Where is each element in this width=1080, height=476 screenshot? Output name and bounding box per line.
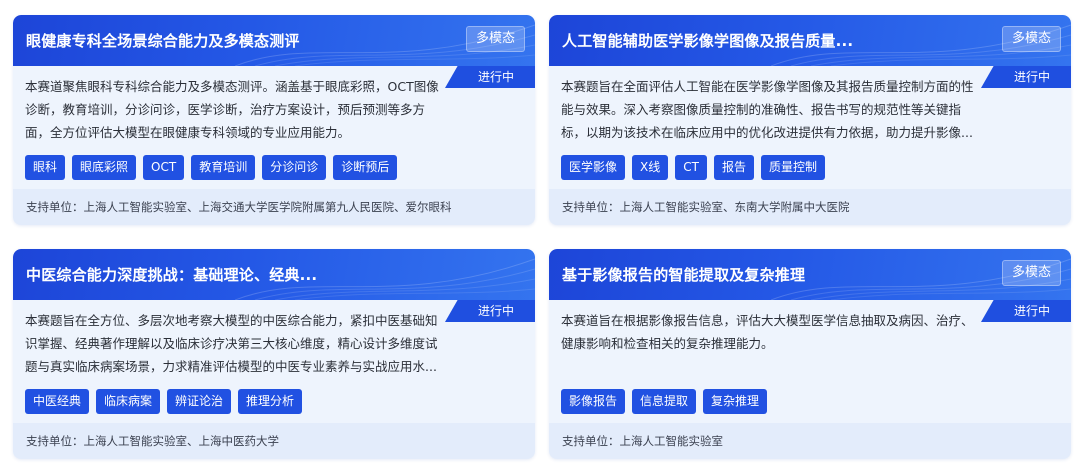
support-units: 支持单位：上海人工智能实验室 [549, 423, 1071, 459]
card-description: 本赛题旨在全面评估人工智能在医学影像学图像及其报告质量控制方面的性 能与效果。深… [561, 79, 974, 140]
tag-list: 影像报告 信息提取 复杂推理 [561, 389, 768, 414]
tag[interactable]: OCT [143, 155, 185, 180]
card-description: 本赛题旨在全方位、多层次地考察大模型的中医综合能力，紧扣中医基础知 识掌握、经典… [25, 313, 438, 374]
support-units: 支持单位：上海人工智能实验室、东南大学附属中大医院 [549, 189, 1071, 225]
status-badge: 进行中 [445, 66, 535, 88]
card-description: 本赛道聚焦眼科专科综合能力及多模态测评。涵盖基于眼底彩照，OCT图像 诊断，教育… [25, 79, 439, 140]
card-header: 中医综合能力深度挑战：基础理论、经典... [13, 249, 535, 300]
tag-list: 中医经典 临床病案 辨证论治 推理分析 [25, 389, 303, 414]
tag[interactable]: X线 [632, 155, 669, 180]
card-title[interactable]: 中医综合能力深度挑战：基础理论、经典... [26, 264, 317, 285]
tag[interactable]: 诊断预后 [333, 155, 398, 180]
competition-card[interactable]: 中医综合能力深度挑战：基础理论、经典... 进行中 本赛题旨在全方位、多层次地考… [13, 249, 535, 459]
card-description: 本赛道旨在根据影像报告信息，评估大大模型医学信息抽取及病因、治疗、 健康影响和检… [561, 313, 974, 351]
card-header: 人工智能辅助医学影像学图像及报告质量... 多模态 [549, 15, 1071, 66]
tag[interactable]: CT [675, 155, 707, 180]
tag[interactable]: 眼底彩照 [72, 155, 137, 180]
tag[interactable]: 医学影像 [561, 155, 626, 180]
competition-card[interactable]: 眼健康专科全场景综合能力及多模态测评 多模态 进行中 本赛道聚焦眼科专科综合能力… [13, 15, 535, 225]
tag[interactable]: 质量控制 [760, 155, 825, 180]
status-badge: 进行中 [981, 66, 1071, 88]
modality-badge: 多模态 [1001, 260, 1061, 286]
tag-list: 医学影像 X线 CT 报告 质量控制 [561, 155, 825, 180]
tag[interactable]: 教育培训 [191, 155, 256, 180]
tag[interactable]: 眼科 [25, 155, 66, 180]
competition-card[interactable]: 人工智能辅助医学影像学图像及报告质量... 多模态 进行中 本赛题旨在全面评估人… [549, 15, 1071, 225]
tag[interactable]: 分诊问诊 [262, 155, 327, 180]
tag[interactable]: 中医经典 [25, 389, 90, 414]
competition-card[interactable]: 基于影像报告的智能提取及复杂推理 多模态 进行中 本赛道旨在根据影像报告信息，评… [549, 249, 1071, 459]
tag[interactable]: 复杂推理 [703, 389, 768, 414]
tag[interactable]: 信息提取 [632, 389, 697, 414]
status-badge: 进行中 [445, 300, 535, 322]
card-header: 基于影像报告的智能提取及复杂推理 多模态 [549, 249, 1071, 300]
tag[interactable]: 辨证论治 [167, 389, 232, 414]
card-title[interactable]: 眼健康专科全场景综合能力及多模态测评 [26, 30, 300, 51]
modality-badge: 多模态 [465, 26, 525, 52]
tag[interactable]: 影像报告 [561, 389, 626, 414]
tag[interactable]: 临床病案 [96, 389, 161, 414]
tag-list: 眼科 眼底彩照 OCT 教育培训 分诊问诊 诊断预后 [25, 155, 398, 180]
support-units: 支持单位：上海人工智能实验室、上海交通大学医学院附属第九人民医院、爱尔眼科 [13, 189, 535, 225]
card-header: 眼健康专科全场景综合能力及多模态测评 多模态 [13, 15, 535, 66]
card-title[interactable]: 基于影像报告的智能提取及复杂推理 [562, 264, 805, 285]
card-title[interactable]: 人工智能辅助医学影像学图像及报告质量... [562, 30, 853, 51]
tag[interactable]: 推理分析 [238, 389, 303, 414]
status-badge: 进行中 [981, 300, 1071, 322]
modality-badge: 多模态 [1001, 26, 1061, 52]
support-units: 支持单位：上海人工智能实验室、上海中医药大学 [13, 423, 535, 459]
tag[interactable]: 报告 [713, 155, 754, 180]
